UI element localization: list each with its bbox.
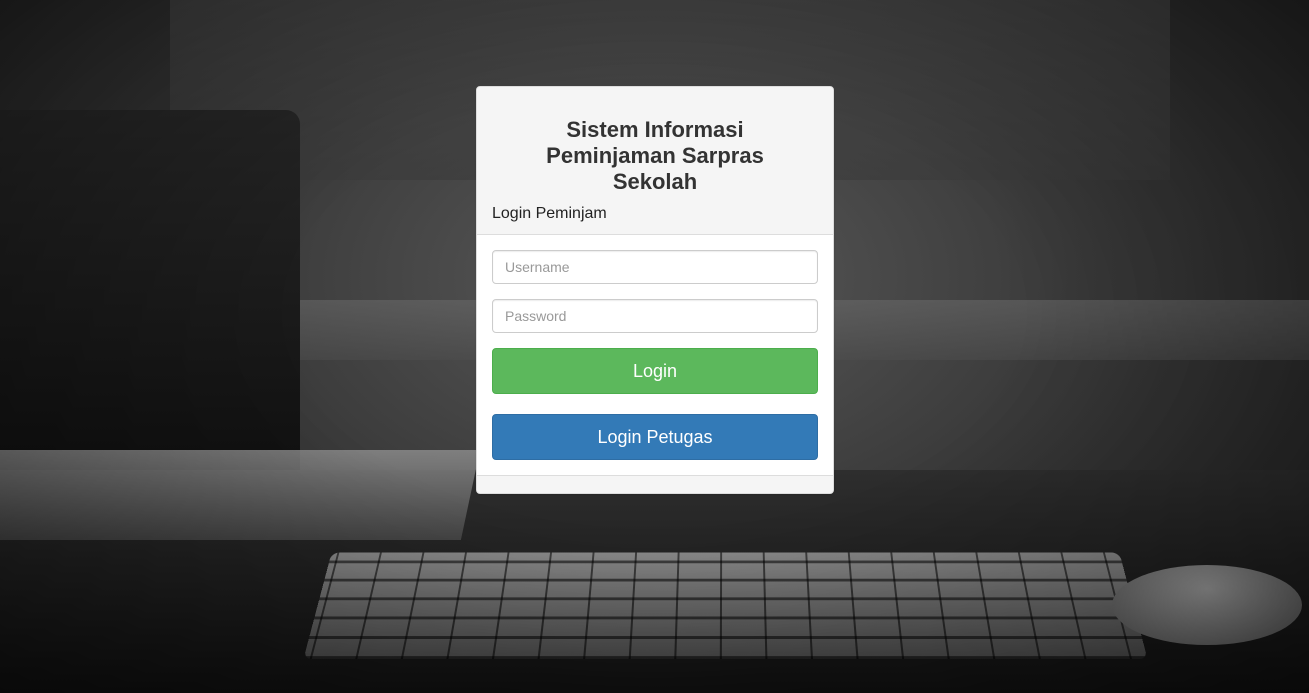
login-form: Login Login Petugas <box>477 235 833 475</box>
login-panel: Sistem Informasi Peminjaman Sarpras Seko… <box>476 86 834 494</box>
login-panel-heading: Sistem Informasi Peminjaman Sarpras Seko… <box>477 87 833 235</box>
login-subtitle: Login Peminjam <box>492 205 607 222</box>
username-input[interactable] <box>492 250 818 284</box>
password-input[interactable] <box>492 299 818 333</box>
page-title: Sistem Informasi Peminjaman Sarpras Seko… <box>546 117 764 194</box>
login-petugas-button[interactable]: Login Petugas <box>492 414 818 460</box>
login-button[interactable]: Login <box>492 348 818 394</box>
login-panel-footer <box>477 475 833 493</box>
